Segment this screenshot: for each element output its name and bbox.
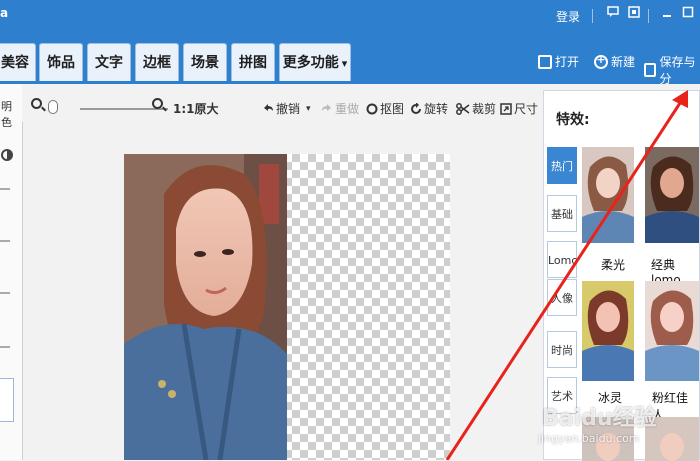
new-label: 新建 (611, 55, 636, 69)
watermark: Baidu经验 jingyan.baidu.com (532, 394, 700, 454)
adjust-slider[interactable] (0, 240, 10, 242)
effect-category-hot[interactable]: 热门 (547, 147, 577, 184)
cut-button[interactable]: 裁剪 (456, 100, 496, 117)
title-separator (592, 9, 593, 23)
zoom-in-icon[interactable] (152, 98, 163, 109)
zoom-slider-thumb[interactable] (48, 100, 58, 114)
save-label: 保存与分 (659, 55, 696, 86)
adjust-apply-box[interactable] (0, 378, 14, 422)
minimize-icon[interactable] (660, 6, 674, 20)
redo-button[interactable]: 重做 (321, 100, 359, 117)
title-separator (648, 9, 649, 23)
tab-more-features[interactable]: 更多功能 (279, 43, 351, 81)
effect-category-fashion[interactable]: 时尚 (547, 331, 577, 368)
effect-category-portrait[interactable]: 人像 (547, 279, 577, 316)
tab-scene[interactable]: 场景 (183, 43, 227, 81)
new-button[interactable]: 新建 (594, 53, 635, 70)
effect-label-soft-light: 柔光 (601, 258, 626, 272)
effect-thumb-pink-beauty[interactable] (645, 281, 699, 381)
main-tab-bar: 美容 饰品 文字 边框 场景 拼图 更多功能 打开 新建 保存与分 (0, 40, 700, 87)
resize-icon (500, 102, 512, 115)
cutout-icon (366, 103, 378, 114)
scissors-icon (456, 102, 470, 115)
zoom-out-icon[interactable] (31, 98, 42, 109)
redo-icon (322, 103, 331, 111)
undo-dropdown-icon[interactable]: ▾ (306, 104, 311, 114)
maximize-icon[interactable] (681, 6, 695, 20)
tab-text[interactable]: 文字 (87, 43, 131, 81)
title-bar: a 登录 (0, 0, 700, 40)
save-share-button[interactable]: 保存与分 (644, 53, 700, 87)
open-button[interactable]: 打开 (538, 53, 579, 70)
edit-toolbar: 1:1原大 撤销 ▾ 重做 抠图 旋转 裁剪 尺寸 (22, 84, 542, 122)
photo-canvas[interactable] (124, 154, 450, 460)
effect-thumb-classic-lomo[interactable] (645, 147, 699, 243)
effect-category-basic[interactable]: 基础 (547, 195, 577, 232)
plus-circle-icon (594, 53, 608, 69)
tab-collage[interactable]: 拼图 (231, 43, 275, 81)
rotate-icon (411, 102, 421, 114)
skin-icon[interactable] (627, 6, 641, 20)
adjust-slider[interactable] (0, 292, 10, 294)
effect-thumb-soft-light[interactable] (582, 147, 634, 243)
resize-button[interactable]: 尺寸 (500, 100, 538, 117)
effects-title: 特效: (556, 112, 590, 128)
adjust-panel-label: 明色 (1, 100, 12, 129)
feedback-icon[interactable] (606, 6, 620, 20)
app-title-fragment: a (0, 6, 9, 20)
original-size-button[interactable]: 1:1原大 (173, 100, 219, 117)
undo-button[interactable]: 撤销 ▾ (262, 100, 311, 117)
brightness-icon (1, 149, 13, 161)
undo-icon (264, 103, 273, 111)
open-label: 打开 (555, 55, 580, 69)
watermark-logo: Baidu经验 (542, 406, 657, 431)
effect-category-lomo[interactable]: Lomo (547, 241, 578, 278)
adjust-slider[interactable] (0, 346, 10, 348)
folder-icon (538, 54, 552, 69)
tab-frame[interactable]: 边框 (135, 43, 179, 81)
rotate-button[interactable]: 旋转 (410, 100, 448, 117)
save-icon (644, 63, 657, 77)
login-link[interactable]: 登录 (556, 8, 580, 25)
effect-thumb-ice[interactable] (582, 281, 634, 381)
tab-accessories[interactable]: 饰品 (39, 43, 83, 81)
watermark-url: jingyan.baidu.com (538, 432, 640, 445)
portrait-photo (124, 154, 287, 460)
adjust-slider[interactable] (0, 188, 10, 190)
tab-beauty[interactable]: 美容 (0, 43, 36, 81)
cutout-button[interactable]: 抠图 (366, 100, 404, 117)
